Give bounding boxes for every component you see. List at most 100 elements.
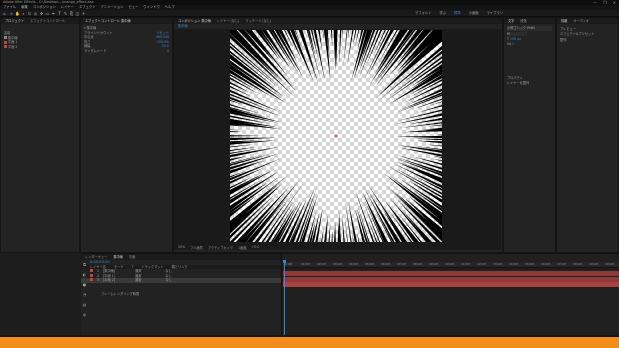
- tab-effect-controls-layer[interactable]: エフェクトコントロール 集中線: [85, 18, 131, 24]
- ruler-tick-label: 0:00f: [285, 262, 293, 266]
- workspace-default[interactable]: デフォルト: [415, 11, 431, 16]
- ruler-tick-label: 02:00f: [317, 262, 327, 266]
- ruler-tick-label: 03:00f: [333, 262, 343, 266]
- speed-line: [403, 128, 442, 133]
- ruler-tick-label: 13:00f: [493, 262, 503, 266]
- anchor-point-icon[interactable]: [334, 134, 338, 138]
- project-item[interactable]: 平面 2: [4, 45, 76, 50]
- taskbar: [0, 337, 619, 348]
- workspace-learn[interactable]: 学ぶ: [439, 11, 446, 16]
- ruler-tick-label: 08:00f: [413, 262, 423, 266]
- resolution-select[interactable]: フル画質: [190, 245, 203, 250]
- font-family-select[interactable]: 小塚ゴシック Pr6N: [507, 26, 552, 31]
- ruler-tick-label: 11:00f: [461, 262, 471, 266]
- timeline-panel: レンダーキュー 集中線 平面 0:00:00:00 レイヤー名 モード T トラ…: [81, 253, 619, 336]
- timeline-layer-list: レンダーキュー 集中線 平面 0:00:00:00 レイヤー名 モード T トラ…: [81, 254, 282, 336]
- rectangle-tool-icon[interactable]: ▭: [45, 11, 50, 16]
- brush-tool-icon[interactable]: ✎: [63, 11, 68, 16]
- ruler-tick-label: 15:00f: [525, 262, 535, 266]
- comp-flowchart-icon[interactable]: ⧉: [82, 262, 87, 267]
- ruler-tick-label: 16:00f: [541, 262, 551, 266]
- comp-viewer[interactable]: [230, 30, 442, 242]
- camera-select[interactable]: アクティブカメラ: [208, 245, 233, 250]
- align-tab-label[interactable]: 整列: [560, 38, 615, 43]
- workspace-small-screen[interactable]: 小画面: [469, 11, 479, 16]
- zoom-select[interactable]: 50%: [178, 245, 185, 249]
- tab-project[interactable]: プロジェクト: [5, 18, 24, 24]
- speed-line: [339, 30, 342, 64]
- eraser-tool-icon[interactable]: ◫: [75, 11, 80, 16]
- exposure-value[interactable]: +0.0: [251, 245, 259, 249]
- tab-audio[interactable]: オーディオ: [573, 18, 589, 24]
- tab-effect-controls[interactable]: エフェクトコントロール: [30, 18, 65, 24]
- workspace-standard[interactable]: 標準: [454, 11, 461, 16]
- layer-bar[interactable]: [283, 282, 619, 287]
- speed-line: [362, 191, 389, 242]
- speed-line: [334, 221, 336, 242]
- playhead[interactable]: [284, 261, 285, 336]
- effects-presets-label[interactable]: エフェクト&プリセット: [560, 32, 615, 37]
- tools-toolbar: ⌂ ➤ ✋ ⌕ ↻ ◎ ✥ ▭ ✒ T ✎ ⎘ ◫ ✶ デフォルト 学ぶ 標準 …: [0, 10, 619, 17]
- speed-lines-graphic: [230, 30, 442, 242]
- ruler-tick-label: 19:00f: [589, 262, 599, 266]
- solo-icon[interactable]: ●: [82, 282, 87, 287]
- ruler-tick-label: 17:00f: [557, 262, 567, 266]
- type-tool-icon[interactable]: T: [57, 11, 62, 16]
- ruler-tick-label: 01:00f: [301, 262, 311, 266]
- hand-tool-icon[interactable]: ✋: [15, 11, 20, 16]
- tab-info[interactable]: 情報: [561, 18, 567, 24]
- frame-blend-icon[interactable]: ▤: [82, 302, 87, 307]
- puppet-tool-icon[interactable]: ✶: [81, 11, 86, 16]
- info-panel: 情報 オーディオ プレビュー エフェクト&プリセット 整列: [556, 17, 619, 253]
- time-ruler[interactable]: 0:00f 01:00f 02:00f 03:00f 04:00f 05:00f 06:00…: [283, 262, 619, 268]
- playhead-handle-icon[interactable]: [283, 260, 286, 263]
- effect-row[interactable]: ランダムシード 0: [84, 49, 169, 54]
- tab-character[interactable]: 文字: [508, 18, 514, 24]
- ruler-tick-label: 14:00f: [509, 262, 519, 266]
- timeline-tracks: 0:00f 01:00f 02:00f 03:00f 04:00f 05:00f 06:00…: [283, 254, 619, 336]
- tab-comp-timeline[interactable]: 集中線: [113, 254, 123, 260]
- workspace-libraries[interactable]: ライブラリ: [487, 11, 503, 16]
- project-panel: プロジェクト エフェクトコントロール 名前 集中線 平面 1 平面 2: [0, 17, 80, 253]
- selection-tool-icon[interactable]: ➤: [9, 11, 14, 16]
- layer-row[interactable]: 3 [平面 2] 通常 なし: [81, 278, 281, 283]
- ruler-tick-label: 18:00f: [573, 262, 583, 266]
- pen-tool-icon[interactable]: ✒: [51, 11, 56, 16]
- layer-bar[interactable]: [283, 276, 619, 282]
- pan-behind-tool-icon[interactable]: ✥: [39, 11, 44, 16]
- speed-line: [344, 198, 352, 242]
- shy-icon[interactable]: ◔: [82, 292, 87, 297]
- speed-line: [343, 30, 348, 68]
- viewer-controls: 50% フル画質 アクティブカメラ 1画面 +0.0: [174, 244, 501, 250]
- speed-line: [230, 135, 262, 137]
- align-label: レイヤーを整列: [507, 80, 530, 85]
- render-time-label: フレームレンダリング時間: [101, 292, 140, 296]
- ruler-tick-label: 10:00f: [445, 262, 455, 266]
- speed-line: [347, 30, 354, 67]
- tab-paragraph[interactable]: 段落: [520, 18, 526, 24]
- font-style-select[interactable]: M: [507, 31, 527, 36]
- toggle-switches-icon[interactable]: ◐: [82, 272, 87, 277]
- speed-line: [342, 215, 345, 242]
- ruler-tick-label: 20:00f: [605, 262, 615, 266]
- ruler-tick-label: 05:00f: [365, 262, 375, 266]
- comp-breadcrumb[interactable]: 集中線: [174, 24, 502, 29]
- zoom-tool-icon[interactable]: ⌕: [21, 11, 26, 16]
- ruler-tick-label: 04:00f: [349, 262, 359, 266]
- home-icon[interactable]: ⌂: [2, 11, 7, 16]
- view-layout-select[interactable]: 1画面: [238, 245, 246, 250]
- rotate-tool-icon[interactable]: ↻: [27, 11, 32, 16]
- ruler-tick-label: 06:00f: [381, 262, 391, 266]
- tab-solid-timeline[interactable]: 平面: [129, 254, 135, 260]
- tracking-field[interactable]: VA 0: [507, 42, 552, 47]
- camera-tool-icon[interactable]: ◎: [33, 11, 38, 16]
- character-panel: 文字 段落 小塚ゴシック Pr6N M T 100 px VA 0 プロパティ …: [503, 17, 556, 253]
- speed-line: [341, 30, 343, 40]
- ruler-tick-label: 07:00f: [397, 262, 407, 266]
- layer-bar[interactable]: [283, 271, 619, 276]
- effect-controls-panel: エフェクトコントロール 集中線 ▾ 集中線 ブラインドカウント リセット 中心点 9…: [80, 17, 173, 253]
- clone-tool-icon[interactable]: ⎘: [69, 11, 74, 16]
- tab-layer[interactable]: レイヤー (なし): [217, 18, 240, 24]
- motion-blur-icon[interactable]: ◍: [82, 312, 87, 317]
- tab-footage[interactable]: フッテージ (なし): [245, 18, 271, 24]
